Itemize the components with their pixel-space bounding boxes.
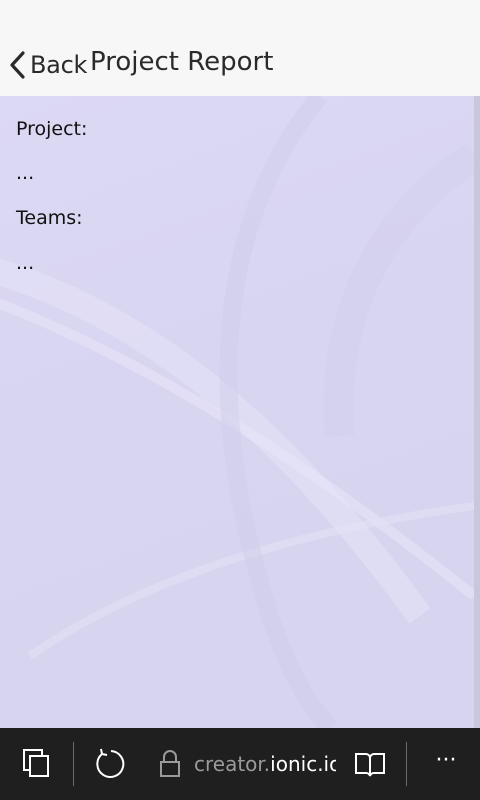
teams-value: ...	[16, 252, 35, 274]
project-value: ...	[16, 162, 35, 184]
back-button[interactable]: Back	[8, 48, 87, 82]
url-host: ionic.io	[270, 752, 336, 776]
refresh-icon[interactable]	[92, 746, 128, 782]
project-label: Project:	[16, 118, 88, 140]
chevron-left-icon	[8, 50, 28, 80]
address-bar[interactable]: creator.ionic.io	[194, 752, 336, 776]
report-content: Project: ... Teams: ...	[0, 96, 474, 728]
more-icon[interactable]: ···	[428, 746, 464, 782]
back-label: Back	[30, 51, 88, 79]
scrollbar-track	[474, 96, 480, 728]
app-screen: Back Project Report Project: ... Teams: …	[0, 0, 480, 800]
teams-label: Teams:	[16, 207, 83, 229]
browser-bar: creator.ionic.io ···	[0, 728, 480, 800]
divider	[406, 742, 407, 786]
lock-icon	[152, 746, 188, 782]
header-bar: Back Project Report	[0, 0, 480, 96]
background-swirl	[0, 96, 474, 728]
tabs-icon[interactable]	[20, 746, 56, 782]
reading-view-icon[interactable]	[352, 746, 388, 782]
divider	[73, 742, 74, 786]
page-title: Project Report	[90, 47, 274, 77]
url-prefix: creator.	[194, 752, 271, 776]
